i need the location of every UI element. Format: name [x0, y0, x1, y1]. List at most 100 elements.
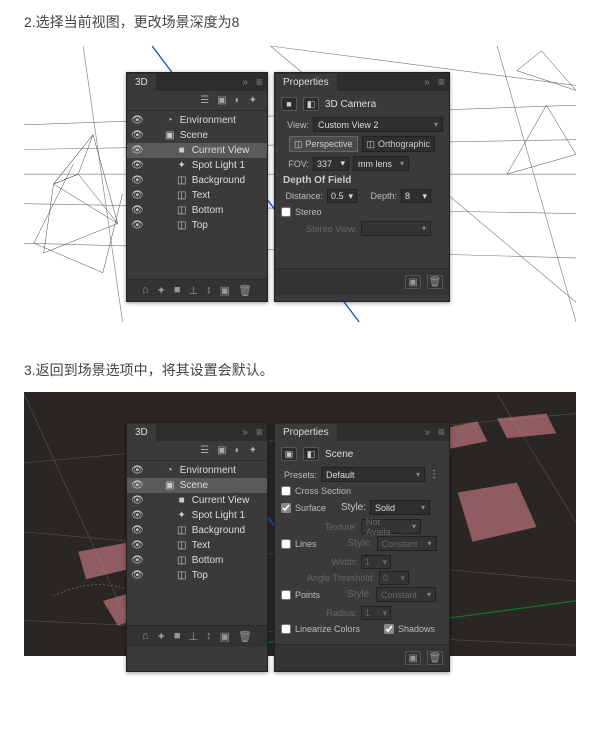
trash-icon[interactable]: 🗑	[427, 651, 443, 665]
fov-unit-dropdown[interactable]: mm lens▾	[353, 156, 409, 171]
panel-3d-footer: ⌂ ✦ ■ ⊥ ↕ ▣ 🗑	[127, 625, 267, 647]
presets-dropdown[interactable]: Default▾	[321, 467, 425, 482]
view-label: View:	[281, 120, 309, 130]
visibility-icon[interactable]: 👁	[131, 480, 144, 491]
tool-delete-icon[interactable]: 🗑	[238, 630, 252, 643]
tool-move-icon[interactable]: ↕	[206, 284, 212, 297]
visibility-icon[interactable]: 👁	[131, 190, 144, 201]
panel-3d: 3D ≡ ☰ ▣ ◐ ✦ 👁◔Environment👁▣Scene👁■Curre…	[126, 422, 268, 672]
panel-menu-icon[interactable]: ≡	[252, 75, 267, 89]
distance-input[interactable]: 0.5▾	[327, 189, 357, 203]
linearize-checkbox[interactable]: Linearize Colors	[281, 624, 360, 634]
panel-collapse-icon[interactable]	[238, 427, 252, 438]
layer-row[interactable]: 👁◔Environment	[127, 113, 267, 128]
tool-move-icon[interactable]: ↕	[206, 630, 212, 643]
layer-row[interactable]: 👁◫Background	[127, 173, 267, 188]
layer-row[interactable]: 👁◫Text	[127, 188, 267, 203]
visibility-icon[interactable]: 👁	[131, 115, 144, 126]
step-3-caption: 3.返回到场景选项中，将其设置会默认。	[0, 348, 600, 392]
filter-all-icon[interactable]: ☰	[200, 95, 209, 106]
trash-icon[interactable]: 🗑	[427, 275, 443, 289]
panel-menu-icon[interactable]: ≡	[434, 425, 449, 439]
render-icon[interactable]: ▣	[405, 651, 421, 665]
layer-row[interactable]: 👁◔Environment	[127, 463, 267, 478]
panel-3d-title[interactable]: 3D	[127, 424, 156, 441]
visibility-icon[interactable]: 👁	[131, 495, 144, 506]
tool-ground-icon[interactable]: ⊥	[189, 284, 199, 297]
filter-material-icon[interactable]: ◐	[235, 95, 241, 106]
visibility-icon[interactable]: 👁	[131, 525, 144, 536]
layer-row[interactable]: 👁▣Scene	[127, 128, 267, 143]
view-dropdown[interactable]: Custom View 2▾	[313, 117, 443, 132]
tool-light-icon[interactable]: ✦	[157, 630, 166, 643]
visibility-icon[interactable]: 👁	[131, 510, 144, 521]
visibility-icon[interactable]: 👁	[131, 570, 144, 581]
filter-light-icon[interactable]: ✦	[249, 445, 257, 456]
panel-3d-filter-toolbar: ☰ ▣ ◐ ✦	[127, 91, 267, 111]
lines-checkbox[interactable]: Lines	[281, 539, 317, 549]
panel-properties-title[interactable]: Properties	[275, 74, 337, 91]
panel-menu-icon[interactable]: ≡	[252, 425, 267, 439]
tool-camera-icon[interactable]: ■	[174, 284, 181, 297]
surface-checkbox[interactable]: Surface	[281, 503, 326, 513]
tool-home-icon[interactable]: ⌂	[142, 284, 149, 297]
layer-name-label: Bottom	[192, 205, 263, 216]
visibility-icon[interactable]: 👁	[131, 540, 144, 551]
screenshot-2: 3D ≡ ☰ ▣ ◐ ✦ 👁◔Environment👁▣Scene👁■Curre…	[24, 392, 576, 656]
fov-input[interactable]: 337▾	[313, 157, 349, 171]
layer-row[interactable]: 👁■Current View	[127, 493, 267, 508]
layer-row[interactable]: 👁◫Text	[127, 538, 267, 553]
filter-mesh-icon[interactable]: ▣	[217, 95, 226, 106]
shadows-checkbox[interactable]: Shadows	[384, 624, 435, 634]
cross-section-checkbox[interactable]: Cross Section	[281, 486, 351, 496]
filter-light-icon[interactable]: ✦	[249, 95, 257, 106]
presets-menu-icon[interactable]: ⋮	[429, 469, 443, 480]
layer-row[interactable]: 👁■Current View	[127, 143, 267, 158]
render-icon[interactable]: ▣	[405, 275, 421, 289]
tool-ground-icon[interactable]: ⊥	[189, 630, 199, 643]
stereo-checkbox[interactable]: Stereo	[281, 207, 322, 217]
filter-material-icon[interactable]: ◐	[235, 445, 241, 456]
tool-camera-icon[interactable]: ■	[174, 630, 181, 643]
layer-row[interactable]: 👁◫Bottom	[127, 553, 267, 568]
layer-row[interactable]: 👁◫Bottom	[127, 203, 267, 218]
points-checkbox[interactable]: Points	[281, 590, 320, 600]
visibility-icon[interactable]: 👁	[131, 220, 144, 231]
visibility-icon[interactable]: 👁	[131, 175, 144, 186]
visibility-icon[interactable]: 👁	[131, 205, 144, 216]
surface-style-dropdown[interactable]: Solid▾	[370, 500, 430, 515]
visibility-icon[interactable]: 👁	[131, 160, 144, 171]
panel-collapse-icon[interactable]	[420, 77, 434, 88]
filter-all-icon[interactable]: ☰	[200, 445, 209, 456]
layer-row[interactable]: 👁✦Spot Light 1	[127, 508, 267, 523]
panel-3d-footer: ⌂ ✦ ■ ⊥ ↕ ▣ 🗑	[127, 279, 267, 301]
visibility-icon[interactable]: 👁	[131, 145, 144, 156]
layer-row[interactable]: 👁◫Top	[127, 218, 267, 233]
panel-collapse-icon[interactable]	[238, 77, 252, 88]
layer-row[interactable]: 👁▣Scene	[127, 478, 267, 493]
panel-menu-icon[interactable]: ≡	[434, 75, 449, 89]
layer-row[interactable]: 👁✦Spot Light 1	[127, 158, 267, 173]
depth-input[interactable]: 8▾	[401, 189, 431, 203]
layer-type-icon: ◫	[176, 555, 188, 566]
visibility-icon[interactable]: 👁	[131, 130, 144, 141]
panel-properties-title[interactable]: Properties	[275, 424, 337, 441]
tool-home-icon[interactable]: ⌂	[142, 630, 149, 643]
layer-row[interactable]: 👁◫Top	[127, 568, 267, 583]
visibility-icon[interactable]: 👁	[131, 465, 144, 476]
layer-type-icon: ◫	[176, 525, 188, 536]
panel-collapse-icon[interactable]	[420, 427, 434, 438]
coords-icon[interactable]: ◧	[303, 97, 319, 111]
filter-mesh-icon[interactable]: ▣	[217, 445, 226, 456]
tool-light-icon[interactable]: ✦	[157, 284, 166, 297]
layer-row[interactable]: 👁◫Background	[127, 523, 267, 538]
panel-3d-header: 3D ≡	[127, 423, 267, 441]
visibility-icon[interactable]: 👁	[131, 555, 144, 566]
orthographic-button[interactable]: ◫ Orthographic	[362, 136, 436, 152]
coords-icon[interactable]: ◧	[303, 447, 319, 461]
perspective-button[interactable]: ◫ Perspective	[289, 136, 358, 152]
panel-3d-title[interactable]: 3D	[127, 74, 156, 91]
tool-render-icon[interactable]: ▣	[220, 284, 230, 297]
tool-render-icon[interactable]: ▣	[220, 630, 230, 643]
tool-delete-icon[interactable]: 🗑	[238, 284, 252, 297]
